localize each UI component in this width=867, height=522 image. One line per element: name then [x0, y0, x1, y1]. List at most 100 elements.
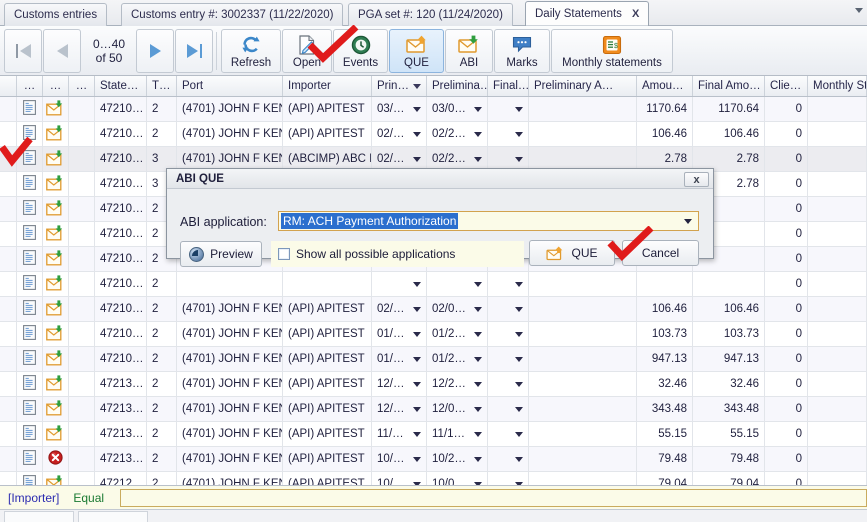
- row-document-cell[interactable]: [17, 372, 43, 396]
- cell-chevron-down-icon[interactable]: [515, 306, 523, 312]
- tab-pga-set[interactable]: PGA set #: 120 (11/24/2020): [348, 3, 513, 26]
- row-document-cell[interactable]: [17, 347, 43, 371]
- grid-header-c_dots2[interactable]: …: [43, 76, 69, 96]
- row-document-cell[interactable]: [17, 272, 43, 296]
- cell-final_d[interactable]: [488, 122, 529, 146]
- cell-final_d[interactable]: [488, 422, 529, 446]
- cell-chevron-down-icon[interactable]: [413, 331, 421, 337]
- cell-printed[interactable]: [372, 272, 427, 296]
- cell-printed[interactable]: 01/…: [372, 322, 427, 346]
- grid-header-client[interactable]: Clie…: [765, 76, 808, 96]
- row-selector-cell[interactable]: [0, 247, 17, 271]
- grid-header-prelim_d[interactable]: Prelimina…: [427, 76, 488, 96]
- row-transmission-status-cell[interactable]: [43, 122, 69, 146]
- table-row[interactable]: 47213… 2 (4701) JOHN F KEN… (API) APITEST 10…: [0, 447, 867, 472]
- grid-header-c_sel[interactable]: [0, 76, 17, 96]
- cell-chevron-down-icon[interactable]: [474, 406, 482, 412]
- row-transmission-status-cell[interactable]: [43, 397, 69, 421]
- cell-chevron-down-icon[interactable]: [413, 431, 421, 437]
- table-row[interactable]: 47210… 2 (4701) JOHN F KEN… (API) APITEST 01…: [0, 347, 867, 372]
- table-row[interactable]: 47213… 2 (4701) JOHN F KEN… (API) APITEST 12…: [0, 397, 867, 422]
- previous-page-button[interactable]: [43, 29, 81, 73]
- cell-chevron-down-icon[interactable]: [474, 131, 482, 137]
- cell-prelim_d[interactable]: 01/2…: [427, 347, 488, 371]
- row-document-cell[interactable]: [17, 297, 43, 321]
- cell-chevron-down-icon[interactable]: [413, 156, 421, 162]
- cell-final_d[interactable]: [488, 397, 529, 421]
- cell-final_d[interactable]: [488, 372, 529, 396]
- row-transmission-status-cell[interactable]: [43, 197, 69, 221]
- cell-chevron-down-icon[interactable]: [474, 106, 482, 112]
- row-selector-cell[interactable]: [0, 322, 17, 346]
- row-document-cell[interactable]: [17, 247, 43, 271]
- show-all-applications-row[interactable]: Show all possible applications: [271, 241, 524, 267]
- row-selector-cell[interactable]: [0, 397, 17, 421]
- cell-printed[interactable]: 02/…: [372, 122, 427, 146]
- cell-chevron-down-icon[interactable]: [413, 281, 421, 287]
- grid-header-amount[interactable]: Amou…: [637, 76, 693, 96]
- grid-header-printed[interactable]: Prin…: [372, 76, 427, 96]
- row-document-cell[interactable]: [17, 422, 43, 446]
- abi-button[interactable]: ABI: [445, 29, 493, 73]
- row-document-cell[interactable]: [17, 97, 43, 121]
- tab-customs-entry-detail[interactable]: Customs entry #: 3002337 (11/22/2020): [121, 3, 344, 26]
- row-selector-cell[interactable]: [0, 147, 17, 171]
- row-flag-cell[interactable]: [69, 172, 95, 196]
- cell-chevron-down-icon[interactable]: [413, 456, 421, 462]
- cell-chevron-down-icon[interactable]: [413, 406, 421, 412]
- row-flag-cell[interactable]: [69, 472, 95, 485]
- sort-descending-icon[interactable]: [413, 83, 421, 89]
- row-document-cell[interactable]: [17, 322, 43, 346]
- cell-final_d[interactable]: [488, 347, 529, 371]
- monthly-statements-button[interactable]: $ Monthly statements: [551, 29, 673, 73]
- tab-overflow-chevron-down-icon[interactable]: [855, 8, 863, 13]
- table-row[interactable]: 47210… 2 (4701) JOHN F KEN… (API) APITEST 02…: [0, 297, 867, 322]
- row-transmission-status-cell[interactable]: [43, 472, 69, 485]
- row-flag-cell[interactable]: [69, 447, 95, 471]
- cell-chevron-down-icon[interactable]: [474, 281, 482, 287]
- row-document-cell[interactable]: [17, 447, 43, 471]
- cell-final_d[interactable]: [488, 472, 529, 485]
- cell-chevron-down-icon[interactable]: [413, 106, 421, 112]
- row-flag-cell[interactable]: [69, 397, 95, 421]
- cell-printed[interactable]: 10/…: [372, 472, 427, 485]
- row-selector-cell[interactable]: [0, 347, 17, 371]
- cell-chevron-down-icon[interactable]: [413, 381, 421, 387]
- events-button[interactable]: Events: [333, 29, 388, 73]
- table-row[interactable]: 47213… 2 (4701) JOHN F KEN… (API) APITEST 11…: [0, 422, 867, 447]
- row-transmission-status-cell[interactable]: [43, 272, 69, 296]
- row-selector-cell[interactable]: [0, 197, 17, 221]
- cell-chevron-down-icon[interactable]: [515, 456, 523, 462]
- cell-prelim_d[interactable]: 10/0…: [427, 472, 488, 485]
- filter-value-input[interactable]: [120, 488, 867, 507]
- row-selector-cell[interactable]: [0, 297, 17, 321]
- dialog-close-icon[interactable]: x: [684, 172, 709, 187]
- grid-header-final_a[interactable]: Final Amo…: [693, 76, 765, 96]
- row-document-cell[interactable]: [17, 222, 43, 246]
- cell-chevron-down-icon[interactable]: [515, 281, 523, 287]
- row-flag-cell[interactable]: [69, 322, 95, 346]
- cell-prelim_d[interactable]: 03/0…: [427, 97, 488, 121]
- cell-printed[interactable]: 12/…: [372, 372, 427, 396]
- row-selector-cell[interactable]: [0, 172, 17, 196]
- table-row[interactable]: 47210… 2 0: [0, 272, 867, 297]
- cell-chevron-down-icon[interactable]: [474, 306, 482, 312]
- tab-close-icon[interactable]: X: [632, 8, 639, 20]
- tab-daily-statements[interactable]: Daily Statements X: [525, 1, 650, 26]
- cell-chevron-down-icon[interactable]: [515, 156, 523, 162]
- cell-prelim_d[interactable]: 12/0…: [427, 397, 488, 421]
- cell-final_d[interactable]: [488, 322, 529, 346]
- row-document-cell[interactable]: [17, 172, 43, 196]
- cell-final_d[interactable]: [488, 297, 529, 321]
- filter-operator[interactable]: Equal: [73, 491, 104, 505]
- cell-prelim_d[interactable]: 12/2…: [427, 372, 488, 396]
- bottom-cell-2[interactable]: [78, 511, 148, 522]
- que-button[interactable]: QUE: [389, 29, 444, 73]
- cell-final_d[interactable]: [488, 97, 529, 121]
- last-page-button[interactable]: [175, 29, 213, 73]
- row-document-cell[interactable]: [17, 147, 43, 171]
- row-flag-cell[interactable]: [69, 247, 95, 271]
- row-flag-cell[interactable]: [69, 372, 95, 396]
- cell-printed[interactable]: 10/…: [372, 447, 427, 471]
- cell-printed[interactable]: 02/…: [372, 297, 427, 321]
